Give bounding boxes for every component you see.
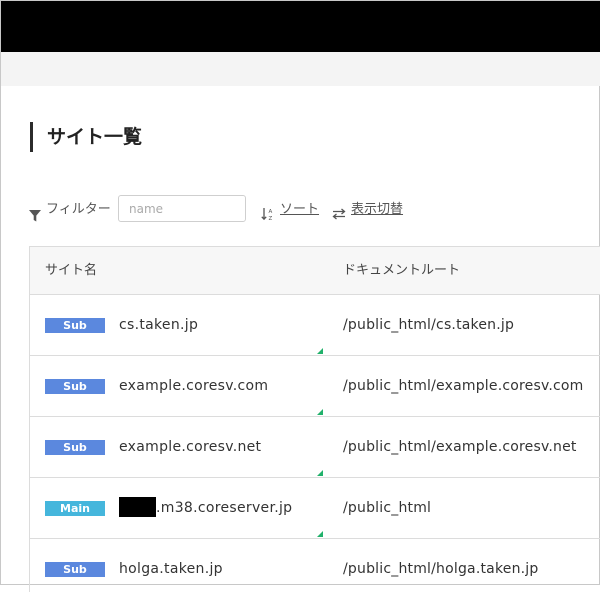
table-row[interactable]: Main .m38.coreserver.jp /public_html — [30, 478, 600, 539]
document-root: /public_html/holga.taken.jp — [343, 561, 539, 577]
swap-arrows-icon — [332, 203, 346, 219]
row-corner-marker — [317, 470, 323, 476]
sub-header-bar — [1, 52, 600, 86]
document-root: /public_html/example.coresv.com — [343, 378, 584, 394]
page-title: サイト一覧 — [30, 122, 142, 152]
site-name[interactable]: example.coresv.net — [119, 417, 261, 477]
filter-label-text: フィルター — [46, 202, 111, 217]
table-row[interactable]: Sub holga.taken.jp /public_html/holga.ta… — [30, 539, 600, 592]
site-name[interactable]: example.coresv.com — [119, 356, 268, 416]
display-toggle-link[interactable]: 表示切替 — [332, 195, 403, 224]
svg-text:Z: Z — [269, 216, 273, 221]
list-toolbar: フィルター A Z ソート 表示切替 — [29, 195, 589, 224]
site-name-text: .m38.coreserver.jp — [156, 500, 293, 516]
table-row[interactable]: Sub cs.taken.jp /public_html/cs.taken.jp — [30, 295, 600, 356]
site-type-badge: Sub — [45, 440, 105, 455]
column-header-site-name[interactable]: サイト名 — [45, 247, 97, 294]
row-corner-marker — [317, 531, 323, 537]
site-name[interactable]: holga.taken.jp — [119, 539, 223, 592]
table-row[interactable]: Sub example.coresv.net /public_html/exam… — [30, 417, 600, 478]
table-header: サイト名 ドキュメントルート — [30, 247, 600, 295]
filter-icon — [29, 204, 41, 221]
sort-az-icon: A Z — [261, 203, 275, 222]
sort-link[interactable]: A Z ソート — [261, 195, 319, 224]
row-corner-marker — [317, 409, 323, 415]
site-type-badge: Main — [45, 501, 105, 516]
row-corner-marker — [317, 348, 323, 354]
site-name[interactable]: .m38.coreserver.jp — [119, 478, 292, 538]
filter-name-input[interactable] — [118, 195, 246, 222]
document-root: /public_html — [343, 500, 432, 516]
filter-label: フィルター — [29, 195, 111, 224]
table-row[interactable]: Sub example.coresv.com /public_html/exam… — [30, 356, 600, 417]
document-root: /public_html/cs.taken.jp — [343, 317, 515, 333]
top-header-bar — [1, 1, 600, 52]
sort-link-label: ソート — [280, 202, 320, 217]
site-type-badge: Sub — [45, 562, 105, 577]
svg-text:A: A — [269, 209, 273, 215]
document-root: /public_html/example.coresv.net — [343, 439, 577, 455]
redacted-block — [119, 496, 156, 517]
column-header-document-root[interactable]: ドキュメントルート — [343, 247, 460, 294]
site-type-badge: Sub — [45, 318, 105, 333]
site-name[interactable]: cs.taken.jp — [119, 295, 198, 355]
site-type-badge: Sub — [45, 379, 105, 394]
site-table: サイト名 ドキュメントルート Sub cs.taken.jp /public_h… — [29, 246, 600, 592]
display-toggle-label: 表示切替 — [351, 202, 404, 217]
